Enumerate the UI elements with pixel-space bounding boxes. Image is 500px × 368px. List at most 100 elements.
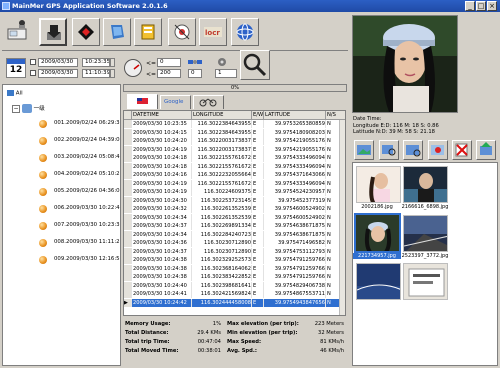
table-row[interactable]: 2009/03/30 10:24:34 116.302261352539 E 39.9… [124, 213, 345, 222]
table-row[interactable]: 2009/03/30 10:24:30 116.302253723145 E 39.9… [124, 196, 345, 205]
trip-time-value: 00:47:04 [197, 339, 221, 345]
end-time-spinner[interactable] [110, 69, 115, 78]
table-cell: E [253, 145, 264, 154]
table-row[interactable]: 2009/03/30 10:24:38 116.302329252573 E 39.9… [124, 256, 345, 264]
start-checkbox[interactable] [30, 59, 36, 65]
end-time-field[interactable]: 11:10:39 [82, 69, 110, 78]
collapse-icon[interactable]: − [12, 104, 20, 113]
notebook-button[interactable] [134, 18, 162, 46]
photo-link-button[interactable] [168, 18, 196, 46]
calendar-icon[interactable]: 12 [6, 58, 26, 78]
row-marker [124, 205, 132, 213]
close-button[interactable]: × [487, 1, 497, 11]
column-header[interactable]: DATETIME [132, 111, 192, 120]
web-button[interactable] [231, 18, 259, 46]
table-row[interactable]: 2009/03/30 10:24:32 116.302261352539 E 39.9… [124, 205, 345, 213]
table-row[interactable]: 2009/03/30 10:24:20 116.3022003173837 E 39.… [124, 137, 345, 145]
track-icon [39, 256, 47, 264]
export-button[interactable] [72, 18, 100, 46]
thumbnail-5[interactable] [356, 263, 401, 300]
table-row[interactable]: 2009/03/30 10:24:16 116.3022232055664 E 39.… [124, 171, 345, 179]
table-cell: 39.9754753112793 [265, 247, 326, 256]
row-marker [124, 247, 132, 256]
tree-group[interactable]: − 一级 [12, 104, 45, 113]
export-photo-button[interactable] [476, 140, 496, 160]
start-time-field[interactable]: 10:23:35 [82, 58, 110, 67]
moved-time-label: Total Moved Time: [125, 348, 179, 354]
end-date-field[interactable]: 2009/03/30 [38, 69, 78, 78]
table-cell: 2009/03/30 10:24:16 [133, 171, 192, 179]
table-row[interactable]: 2009/03/30 10:24:37 116.302269891334 E 39.9… [124, 222, 345, 230]
filter-a-field[interactable]: 0 [188, 69, 202, 78]
delete-photo-button[interactable] [452, 140, 472, 160]
start-date-field[interactable]: 2009/03/30 [38, 58, 78, 67]
tab-bike[interactable] [193, 95, 224, 109]
open-file-button[interactable] [103, 18, 131, 46]
import-button[interactable] [39, 18, 67, 46]
table-cell: E [253, 120, 264, 128]
table-row[interactable]: 2009/03/30 10:24:18 116.3022155761672 E 39.… [124, 162, 345, 171]
row-marker [124, 281, 132, 290]
maximize-button[interactable]: □ [476, 1, 486, 11]
table-cell: E [253, 154, 264, 162]
table-row[interactable]: 2009/03/30 10:24:19 116.30224609375 E 39.97… [124, 188, 345, 196]
speed-max-field[interactable]: 200 [157, 69, 181, 78]
table-cell: 39.9754333496094 [265, 179, 326, 188]
table-cell: 2009/03/30 10:24:37 [133, 222, 192, 230]
column-header[interactable]: E/W [252, 111, 264, 120]
table-row[interactable]: 2009/03/30 10:24:15 116.3022384643955 E 39.… [124, 128, 345, 137]
app-icon [2, 2, 10, 10]
photo-thumbnails[interactable]: 2002186.jpg 2166616_6898.jpg 221734957.j… [352, 162, 498, 366]
thumbnail-3[interactable] [354, 213, 401, 253]
table-row[interactable]: 2009/03/30 10:24:38 116.302383422852 E 39.9… [124, 273, 345, 281]
gps-table[interactable]: DATETIME LONGITUDE E/W LATITUDE N/S 2009/03/… [123, 110, 346, 316]
table-row[interactable]: ▶ 2009/03/30 10:24:42 116.302444458008 E 39.… [124, 298, 345, 307]
table-row[interactable]: 2009/03/30 10:24:19 116.3022003173837 E 39.… [124, 145, 345, 154]
table-cell: 39.9754600524902 [265, 205, 326, 213]
table-row[interactable]: 2009/03/30 10:24:41 116.302421569824 E 39.9… [124, 290, 345, 298]
locate-photo-button[interactable] [428, 140, 448, 160]
end-checkbox[interactable] [30, 70, 36, 76]
start-time-spinner[interactable] [110, 58, 115, 67]
table-row[interactable]: 2009/03/30 10:24:37 116.30230712890 E 39.97… [124, 247, 345, 256]
table-cell: 39.9754333496094 [265, 154, 326, 162]
add-photo-button[interactable] [354, 140, 374, 160]
search-button[interactable] [240, 50, 270, 80]
thumbnail-6[interactable] [403, 263, 448, 300]
device-icon[interactable] [6, 19, 32, 43]
column-header[interactable]: LONGITUDE [192, 111, 252, 120]
speed-min-field[interactable]: 0 [157, 58, 181, 67]
max-speed-value: 81 KMs/h [320, 339, 344, 345]
tree-root[interactable]: All [7, 90, 23, 97]
satellite-icon [188, 57, 202, 67]
thumbnail-2[interactable] [403, 166, 448, 203]
thumbnail-4[interactable] [403, 215, 448, 252]
view-photo-button[interactable] [403, 140, 423, 160]
table-row[interactable]: 2009/03/30 10:23:35 116.3022384643955 E 39.… [124, 120, 345, 128]
table-cell: E [253, 256, 264, 264]
filter-b-field[interactable]: 1 [215, 69, 237, 78]
column-header[interactable]: LATITUDE [264, 111, 326, 120]
tab-google[interactable]: Google [160, 95, 191, 109]
track-icon [39, 120, 47, 128]
track-tree[interactable]: All − 一级 001.2009/02/24 06:29:36 002.2009… [2, 84, 121, 366]
table-row[interactable]: 2009/03/30 10:24:18 116.3022155761672 E 39.… [124, 154, 345, 162]
table-cell: E [253, 298, 264, 307]
folder-icon [7, 90, 14, 96]
thumbnail-caption: 2166616_6898.jpg [401, 204, 449, 210]
table-row[interactable]: 2009/03/30 10:24:38 116.302368164062 E 39.9… [124, 264, 345, 273]
tab-table[interactable] [127, 94, 158, 109]
locr-button[interactable]: locr [199, 18, 227, 46]
table-row[interactable]: 2009/03/30 10:24:40 116.302398681641 E 39.9… [124, 281, 345, 290]
table-row[interactable]: 2009/03/30 10:24:36 116.30230712890 E 39.97… [124, 239, 345, 247]
minimize-button[interactable]: _ [465, 1, 475, 11]
table-cell: 116.30230712890 [193, 239, 252, 247]
column-header[interactable]: N/S [326, 111, 345, 120]
row-marker [124, 162, 132, 171]
table-row[interactable]: 2009/03/30 10:24:19 116.3022155761672 E 39.… [124, 179, 345, 188]
zoom-photo-button[interactable] [379, 140, 399, 160]
thumbnail-1[interactable] [356, 166, 401, 203]
table-row[interactable]: 2009/03/30 10:24:34 116.302284240723 E 39.9… [124, 230, 345, 239]
table-cell: 2009/03/30 10:24:32 [133, 205, 192, 213]
table-scrollbar[interactable] [339, 120, 345, 315]
